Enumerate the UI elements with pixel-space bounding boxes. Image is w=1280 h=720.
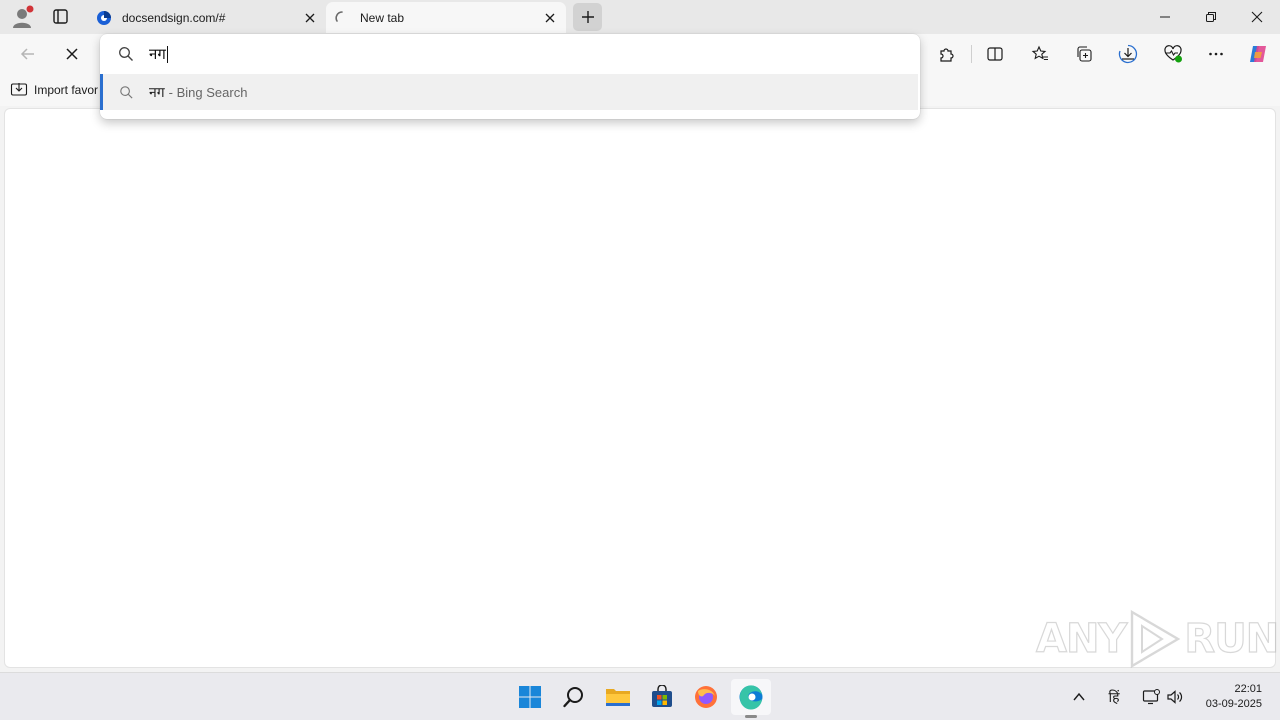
file-explorer-button[interactable] [598,679,638,715]
firefox-icon [695,686,717,708]
microsoft-store-button[interactable] [642,679,682,715]
volume-button[interactable] [1163,685,1187,709]
anyrun-watermark: ANY RUN [1035,608,1280,670]
network-icon [1142,689,1160,705]
network-button[interactable] [1139,685,1163,709]
chevron-up-icon [1073,692,1085,701]
minimize-button[interactable] [1142,0,1188,34]
close-tab-icon[interactable] [302,10,318,26]
back-button[interactable] [13,39,43,69]
taskbar: हिं 22:01 03-09-2025 [0,672,1280,720]
tab-actions-menu-button[interactable] [46,5,74,29]
collections-button[interactable] [1069,39,1099,69]
extensions-button[interactable] [932,39,962,69]
suggestion-text: नग [149,84,165,101]
puzzle-icon [940,48,954,62]
input-language-indicator[interactable]: हिं [1102,685,1126,709]
search-icon [119,47,133,61]
tab-strip: docsendsign.com/# New tab [0,0,1280,34]
plus-icon [581,11,594,23]
speaker-icon [1167,690,1183,704]
more-dots-icon [1209,52,1223,56]
search-suggestion-item[interactable]: नग - Bing Search [100,74,918,110]
search-icon [120,85,133,99]
back-arrow-icon [20,48,34,60]
minimize-icon [1160,16,1170,18]
stop-loading-button[interactable] [57,39,87,69]
close-icon [1251,11,1263,23]
play-logo-icon [1131,609,1181,669]
firefox-button[interactable] [686,679,726,715]
search-icon [563,687,583,708]
copilot-icon [1250,46,1266,62]
favorites-button[interactable] [1025,39,1055,69]
system-clock[interactable]: 22:01 03-09-2025 [1206,682,1262,712]
globe-favicon-icon [97,10,111,25]
settings-and-more-button[interactable] [1201,39,1231,69]
close-tab-icon[interactable] [542,10,558,26]
split-screen-icon [987,47,1003,61]
import-favorites-label: Import favor [34,83,99,97]
active-app-indicator [745,715,757,718]
edge-icon [739,685,763,710]
restore-icon [1206,12,1216,22]
tab-new-tab[interactable]: New tab [326,2,566,33]
microsoft-store-icon [652,685,672,707]
tab-actions-icon [53,9,68,24]
copilot-button[interactable] [1243,39,1273,69]
ime-label: हिं [1108,688,1120,705]
clock-time: 22:01 [1234,683,1262,695]
watermark-text-right: RUN [1184,615,1280,662]
page-content[interactable] [4,108,1276,668]
close-window-button[interactable] [1234,0,1280,34]
show-hidden-icons-button[interactable] [1067,685,1091,709]
download-icon [1118,44,1138,64]
new-tab-button[interactable] [573,3,602,31]
toolbar-divider [971,45,972,63]
split-screen-button[interactable] [980,39,1010,69]
file-explorer-icon [606,689,630,706]
tab-title: docsendsign.com/# [122,10,226,25]
taskbar-search-button[interactable] [554,679,594,715]
import-favorites-icon [10,83,28,96]
clock-date: 03-09-2025 [1205,698,1262,710]
watermark-text-left: ANY [1035,615,1128,662]
edge-button[interactable] [731,679,771,715]
loading-spinner-icon [335,10,343,22]
suggestion-source: - Bing Search [168,84,248,100]
profile-avatar-button[interactable] [8,4,36,30]
heartbeat-icon [1164,45,1182,63]
collections-icon [1077,46,1092,62]
address-bar[interactable]: नग [100,34,920,74]
import-favorites-button[interactable]: Import favor [10,80,98,100]
tab-docsendsign[interactable]: docsendsign.com/# [88,2,326,33]
stop-icon [66,48,78,60]
start-button[interactable] [510,679,550,715]
star-list-icon [1031,45,1048,61]
profile-icon [13,5,34,28]
address-input-value: नग [149,45,166,63]
browser-essentials-button[interactable] [1158,39,1188,69]
address-input[interactable]: नग [149,44,168,64]
start-icon [519,686,541,708]
restore-button[interactable] [1188,0,1234,34]
tab-title: New tab [360,10,405,25]
text-caret [166,45,168,63]
downloads-button[interactable] [1113,39,1143,69]
